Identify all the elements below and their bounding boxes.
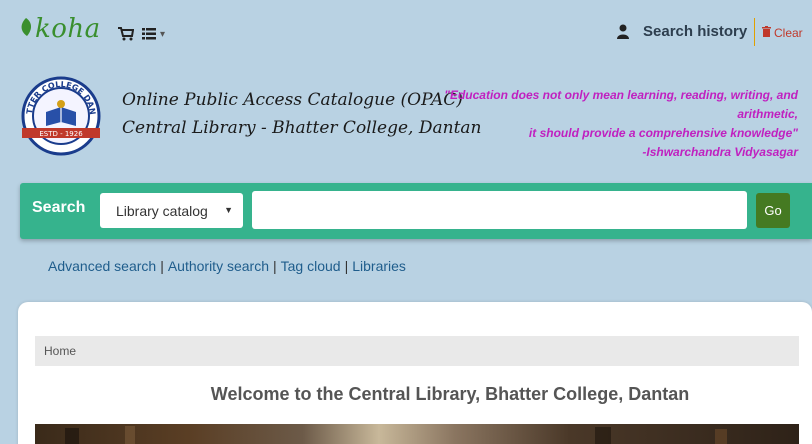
vidyasagar-quote: "Education does not only mean learning, … [438, 86, 798, 162]
search-bar: Search Library catalog ▼ Go [20, 183, 812, 239]
search-scope-value: Library catalog [116, 202, 208, 219]
top-navbar: koha ▾ Search history Clear [0, 0, 812, 64]
quote-line-3: it should provide a comprehensive knowle… [528, 126, 798, 140]
koha-logo[interactable]: koha [18, 14, 101, 44]
crest-estd-text: ESTD - 1926 [39, 130, 83, 138]
search-history-link[interactable]: Search history [643, 23, 747, 40]
koha-logo-text: koha [35, 14, 101, 44]
chevron-down-icon: ▼ [224, 205, 233, 215]
link-separator: | [344, 258, 349, 274]
welcome-heading: Welcome to the Central Library, Bhatter … [210, 384, 690, 404]
more-searches-links: Advanced search | Authority search | Tag clo… [48, 258, 406, 274]
authority-search-link[interactable]: Authority search [168, 258, 269, 274]
quote-author: -Ishwarchandra Vidyasagar [642, 145, 798, 159]
search-input[interactable] [252, 191, 747, 229]
quote-line-1: "Education does not only mean learning, … [444, 88, 798, 102]
search-scope-select[interactable]: Library catalog ▼ [100, 193, 243, 228]
quote-line-2: arithmetic, [737, 107, 798, 121]
koha-leaf-icon [18, 17, 34, 43]
college-crest-logo: BHATTER COLLEGE DANTAN ESTD - 1926 [17, 65, 102, 160]
library-title-line1: Online Public Access Catalogue (OPAC) [122, 90, 463, 110]
link-separator: | [160, 258, 164, 274]
libraries-link[interactable]: Libraries [352, 258, 406, 274]
library-photo [35, 424, 799, 444]
main-content-panel: Home Welcome to the Central Library, Bha… [18, 302, 812, 444]
library-title: Online Public Access Catalogue (OPAC) Ce… [122, 86, 482, 142]
library-title-line2: Central Library - Bhatter College, Danta… [122, 118, 482, 138]
chevron-down-icon: ▾ [160, 29, 166, 40]
cart-icon[interactable] [118, 26, 135, 41]
tag-cloud-link[interactable]: Tag cloud [281, 258, 341, 274]
list-icon [142, 25, 156, 44]
divider [754, 18, 755, 46]
clear-label: Clear [774, 26, 803, 40]
search-label: Search [32, 199, 86, 216]
breadcrumb: Home [35, 336, 799, 366]
clear-search-history-button[interactable]: Clear [762, 26, 803, 40]
trash-icon [762, 26, 771, 40]
user-icon[interactable] [617, 24, 629, 39]
lists-menu-button[interactable]: ▾ [142, 25, 165, 44]
go-button[interactable]: Go [756, 193, 790, 228]
link-separator: | [273, 258, 277, 274]
advanced-search-link[interactable]: Advanced search [48, 258, 156, 274]
breadcrumb-home[interactable]: Home [44, 344, 76, 358]
